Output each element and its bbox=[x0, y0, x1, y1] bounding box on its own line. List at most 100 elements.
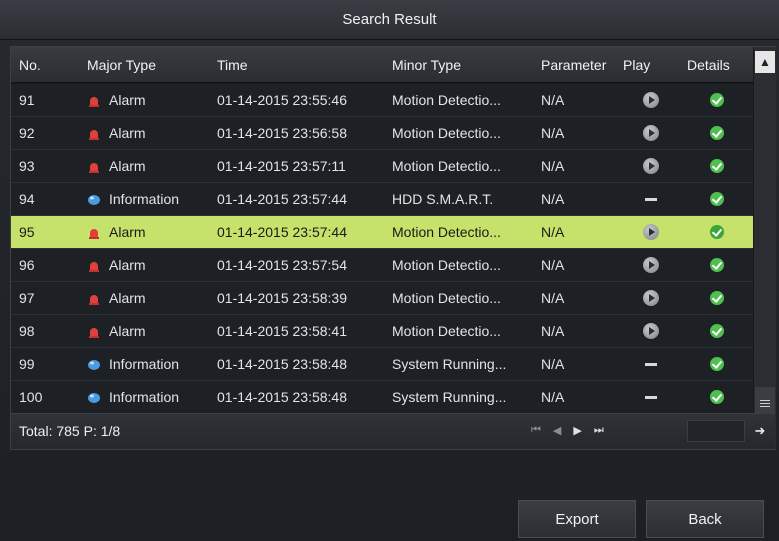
cell-play[interactable] bbox=[623, 362, 679, 366]
cell-no: 96 bbox=[19, 257, 35, 273]
play-icon[interactable] bbox=[643, 257, 659, 273]
prev-page-icon[interactable]: ◀ bbox=[553, 424, 561, 437]
next-page-icon[interactable]: ▶ bbox=[573, 424, 581, 437]
cell-minor-type: Motion Detectio... bbox=[392, 158, 501, 174]
table-row[interactable]: 94 Information 01-14-2015 23:57:44 HDD S.M.… bbox=[11, 183, 753, 216]
cell-major-type: Information bbox=[87, 191, 213, 207]
cell-play[interactable] bbox=[623, 395, 679, 399]
cell-minor-type: Motion Detectio... bbox=[392, 92, 501, 108]
col-header-major-type[interactable]: Major Type bbox=[87, 57, 213, 73]
cell-major-type: Information bbox=[87, 356, 213, 372]
cell-no: 92 bbox=[19, 125, 35, 141]
cell-details[interactable] bbox=[687, 324, 747, 338]
cell-no: 99 bbox=[19, 356, 35, 372]
table-row[interactable]: 98 Alarm 01-14-2015 23:58:41 Motion Detecti… bbox=[11, 315, 753, 348]
cell-minor-type: System Running... bbox=[392, 356, 507, 372]
cell-time: 01-14-2015 23:58:48 bbox=[217, 389, 347, 405]
check-icon[interactable] bbox=[710, 357, 724, 371]
table-row[interactable]: 97 Alarm 01-14-2015 23:58:39 Motion Detecti… bbox=[11, 282, 753, 315]
title-bar: Search Result bbox=[0, 0, 779, 40]
cell-details[interactable] bbox=[687, 390, 747, 404]
cell-play[interactable] bbox=[623, 257, 679, 273]
table-row[interactable]: 96 Alarm 01-14-2015 23:57:54 Motion Detecti… bbox=[11, 249, 753, 282]
play-icon[interactable] bbox=[643, 158, 659, 174]
major-type-label: Alarm bbox=[109, 224, 146, 240]
col-header-time[interactable]: Time bbox=[217, 57, 389, 73]
cell-play[interactable] bbox=[623, 290, 679, 306]
cell-details[interactable] bbox=[687, 258, 747, 272]
col-header-no[interactable]: No. bbox=[19, 57, 79, 73]
back-button[interactable]: Back bbox=[646, 500, 764, 538]
total-count: Total: 785 P: 1/8 bbox=[19, 423, 121, 439]
cell-play[interactable] bbox=[623, 158, 679, 174]
cell-play[interactable] bbox=[623, 224, 679, 240]
col-header-parameter[interactable]: Parameter bbox=[541, 57, 627, 73]
cell-details[interactable] bbox=[687, 126, 747, 140]
cell-minor-type: Motion Detectio... bbox=[392, 257, 501, 273]
check-icon[interactable] bbox=[710, 225, 724, 239]
check-icon[interactable] bbox=[710, 291, 724, 305]
dash-icon bbox=[645, 197, 657, 201]
cell-parameter: N/A bbox=[541, 125, 565, 141]
cell-play[interactable] bbox=[623, 125, 679, 141]
play-icon[interactable] bbox=[643, 290, 659, 306]
cell-details[interactable] bbox=[687, 357, 747, 371]
cell-major-type: Alarm bbox=[87, 224, 213, 240]
cell-no: 94 bbox=[19, 191, 35, 207]
play-icon[interactable] bbox=[643, 224, 659, 240]
check-icon[interactable] bbox=[710, 93, 724, 107]
go-arrow-icon[interactable]: ➜ bbox=[751, 422, 769, 440]
cell-details[interactable] bbox=[687, 159, 747, 173]
cell-details[interactable] bbox=[687, 225, 747, 239]
table-header: No. Major Type Time Minor Type Parameter… bbox=[11, 47, 753, 83]
cell-play[interactable] bbox=[623, 323, 679, 339]
check-icon[interactable] bbox=[710, 390, 724, 404]
information-icon bbox=[87, 193, 101, 205]
check-icon[interactable] bbox=[710, 159, 724, 173]
alarm-icon bbox=[87, 325, 101, 338]
check-icon[interactable] bbox=[710, 324, 724, 338]
cell-major-type: Alarm bbox=[87, 92, 213, 108]
cell-parameter: N/A bbox=[541, 290, 565, 306]
check-icon[interactable] bbox=[710, 192, 724, 206]
col-header-minor-type[interactable]: Minor Type bbox=[392, 57, 540, 73]
cell-play[interactable] bbox=[623, 197, 679, 201]
cell-minor-type: Motion Detectio... bbox=[392, 125, 501, 141]
last-page-icon[interactable]: ⏭ bbox=[594, 424, 604, 437]
check-icon[interactable] bbox=[710, 126, 724, 140]
page-number-input[interactable] bbox=[687, 420, 745, 442]
col-header-details[interactable]: Details bbox=[687, 57, 747, 73]
cell-details[interactable] bbox=[687, 93, 747, 107]
major-type-label: Information bbox=[109, 389, 180, 405]
play-icon[interactable] bbox=[643, 92, 659, 108]
cell-details[interactable] bbox=[687, 192, 747, 206]
cell-parameter: N/A bbox=[541, 356, 565, 372]
table-row[interactable]: 93 Alarm 01-14-2015 23:57:11 Motion Detecti… bbox=[11, 150, 753, 183]
play-icon[interactable] bbox=[643, 323, 659, 339]
cell-minor-type: Motion Detectio... bbox=[392, 290, 501, 306]
table-row[interactable]: 100 Information 01-14-2015 23:58:48 System … bbox=[11, 381, 753, 414]
cell-details[interactable] bbox=[687, 291, 747, 305]
col-header-play[interactable]: Play bbox=[623, 57, 679, 73]
information-icon bbox=[87, 358, 101, 370]
cell-time: 01-14-2015 23:57:44 bbox=[217, 224, 347, 240]
check-icon[interactable] bbox=[710, 258, 724, 272]
first-page-icon[interactable]: ⏮ bbox=[531, 424, 541, 437]
vertical-scrollbar[interactable]: ▲ ▼ bbox=[754, 47, 776, 449]
scroll-up-button[interactable]: ▲ bbox=[755, 51, 775, 73]
cell-minor-type: Motion Detectio... bbox=[392, 224, 501, 240]
table-row[interactable]: 91 Alarm 01-14-2015 23:55:46 Motion Detecti… bbox=[11, 84, 753, 117]
table-row[interactable]: 99 Information 01-14-2015 23:58:48 System R… bbox=[11, 348, 753, 381]
major-type-label: Alarm bbox=[109, 92, 146, 108]
table-row[interactable]: 92 Alarm 01-14-2015 23:56:58 Motion Detecti… bbox=[11, 117, 753, 150]
major-type-label: Alarm bbox=[109, 257, 146, 273]
table-row[interactable]: 95 Alarm 01-14-2015 23:57:44 Motion Detecti… bbox=[11, 216, 753, 249]
cell-time: 01-14-2015 23:57:44 bbox=[217, 191, 347, 207]
cell-major-type: Alarm bbox=[87, 257, 213, 273]
dash-icon bbox=[645, 362, 657, 366]
cell-no: 97 bbox=[19, 290, 35, 306]
cell-play[interactable] bbox=[623, 92, 679, 108]
play-icon[interactable] bbox=[643, 125, 659, 141]
cell-no: 95 bbox=[19, 224, 35, 240]
export-button[interactable]: Export bbox=[518, 500, 636, 538]
